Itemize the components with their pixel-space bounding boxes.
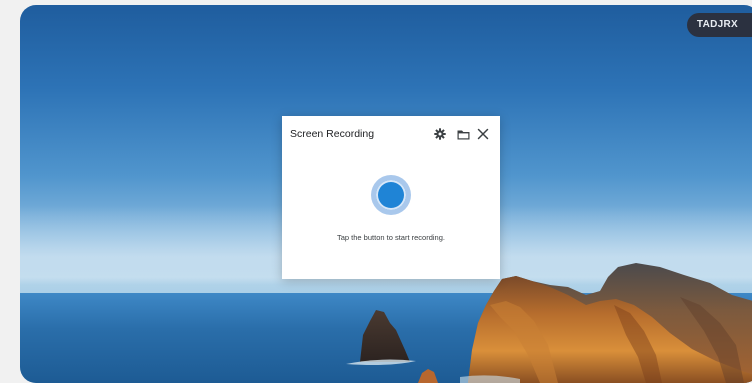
recording-hint: Tap the button to start recording. [337, 233, 445, 242]
record-icon [376, 180, 406, 210]
start-recording-button[interactable] [371, 175, 411, 215]
gear-icon[interactable] [432, 126, 448, 142]
close-icon[interactable] [475, 126, 491, 142]
folder-icon[interactable] [455, 126, 471, 142]
user-badge[interactable]: TADJRX [686, 13, 752, 37]
screen-recording-dialog: Screen Recording Tap the button to start… [282, 116, 500, 279]
dialog-title: Screen Recording [290, 128, 375, 140]
